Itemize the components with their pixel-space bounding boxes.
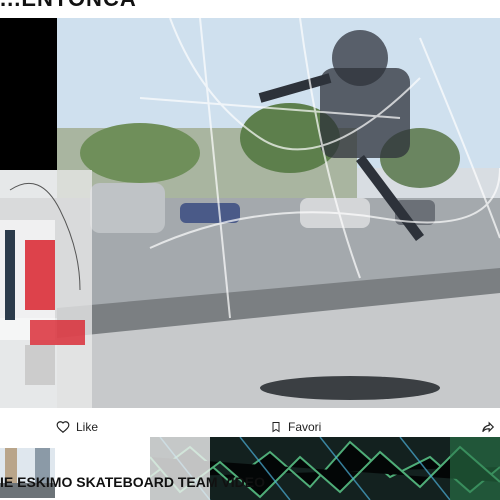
like-label: Like [76, 420, 99, 434]
like-button[interactable]: Like [56, 420, 98, 434]
video-title[interactable]: IE ESKIMO SKATEBOARD TEAM VIDEO [0, 474, 300, 494]
share-button[interactable] [480, 420, 496, 434]
video-letterbox [0, 18, 57, 170]
page-title: ...ENTONCA [0, 0, 500, 16]
share-icon [480, 420, 496, 434]
favorite-label: Favori [288, 420, 322, 434]
collage-overlay [0, 170, 92, 408]
favorite-button[interactable]: Favori [270, 420, 321, 434]
heart-icon [56, 420, 70, 434]
bookmark-icon [270, 420, 282, 434]
